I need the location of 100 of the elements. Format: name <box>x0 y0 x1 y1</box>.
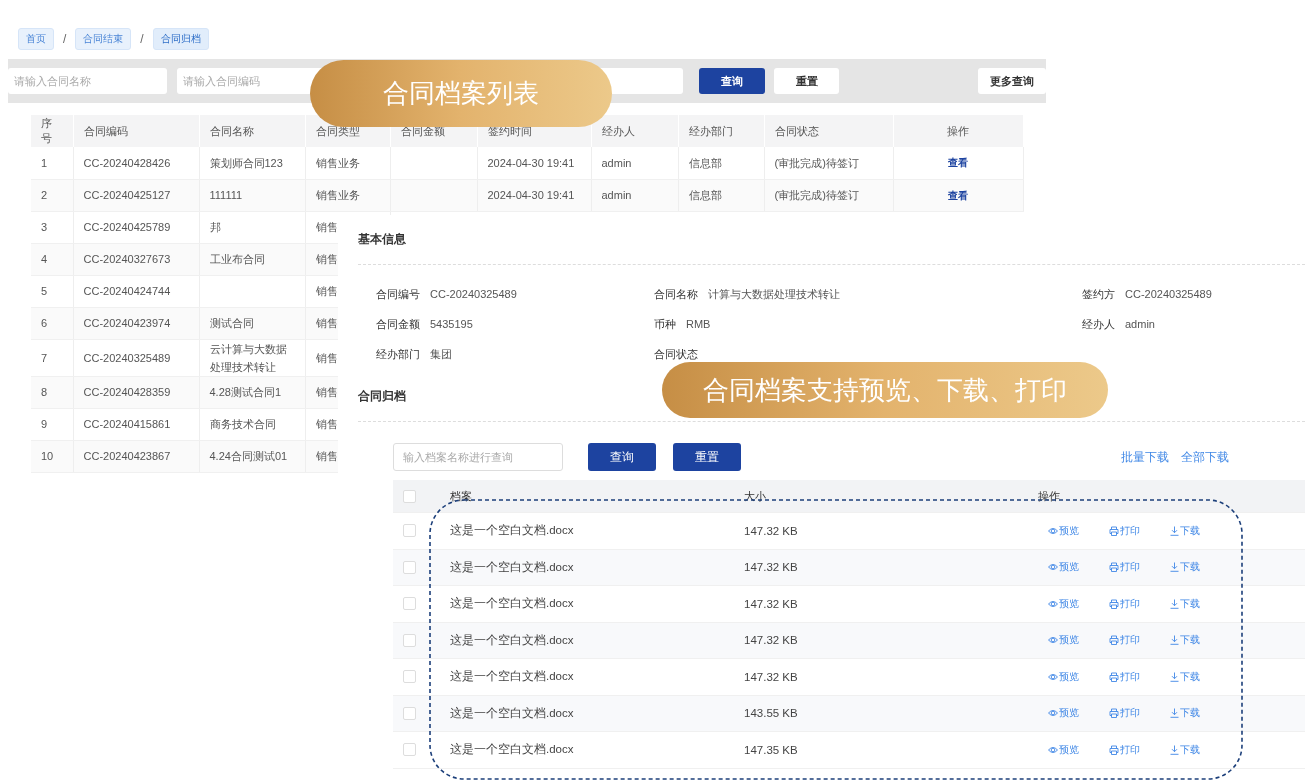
printer-icon <box>1109 525 1119 536</box>
table-cell: 6 <box>31 307 73 339</box>
download-icon <box>1170 598 1179 609</box>
download-link[interactable]: 下载 <box>1170 742 1231 757</box>
row-checkbox[interactable] <box>403 597 416 611</box>
eye-icon <box>1048 599 1058 608</box>
file-size: 143.55 KB <box>744 707 799 720</box>
table-cell: 测试合同 <box>199 307 305 339</box>
row-checkbox[interactable] <box>403 560 416 574</box>
table-cell: 4 <box>31 243 73 275</box>
field-value: 5435195 <box>430 318 473 330</box>
select-all-checkbox[interactable] <box>403 489 416 503</box>
field-value: 计算与大数据处理技术转让 <box>708 286 840 302</box>
eye-icon <box>1048 745 1058 754</box>
eye-icon <box>1048 526 1058 535</box>
reset-button[interactable]: 重置 <box>774 68 839 94</box>
search-button[interactable]: 查询 <box>699 68 765 94</box>
preview-link[interactable]: 预览 <box>1048 742 1109 757</box>
field-label: 经办人 <box>1082 316 1115 332</box>
download-link[interactable]: 下载 <box>1170 706 1231 721</box>
view-link[interactable]: 查看 <box>948 157 968 169</box>
file-size: 147.35 KB <box>744 743 799 756</box>
more-filters-button[interactable]: 更多查询 <box>978 68 1046 94</box>
print-link[interactable]: 打印 <box>1109 596 1170 611</box>
preview-link[interactable]: 预览 <box>1048 706 1109 721</box>
file-size: 147.32 KB <box>744 524 799 537</box>
download-link[interactable]: 全部下载 <box>1181 448 1229 466</box>
search-button[interactable]: 查询 <box>588 443 656 471</box>
print-link[interactable]: 打印 <box>1109 560 1170 575</box>
print-link[interactable]: 打印 <box>1109 742 1170 757</box>
table-cell: 2024-04-30 19:41 <box>477 179 591 211</box>
printer-icon <box>1109 598 1119 609</box>
search-field[interactable]: 请输入合同名称 <box>8 68 167 94</box>
table-cell: 4.28测试合同1 <box>199 376 305 408</box>
printer-icon <box>1109 744 1119 755</box>
download-link[interactable]: 下载 <box>1170 633 1231 648</box>
download-icon <box>1170 671 1179 682</box>
file-name: 这是一个空白文档.docx <box>450 632 575 648</box>
row-checkbox[interactable] <box>403 706 416 720</box>
column-header: 大小 <box>744 488 767 504</box>
print-link[interactable]: 打印 <box>1109 523 1170 538</box>
row-checkbox[interactable] <box>403 524 416 538</box>
table-cell: admin <box>591 147 678 179</box>
preview-link[interactable]: 预览 <box>1048 560 1109 575</box>
breadcrumb-item[interactable]: 合同归档 <box>152 28 209 50</box>
download-link[interactable]: 批量下载 <box>1121 448 1169 466</box>
search-field[interactable]: 输入档案名称进行查询 <box>393 443 563 471</box>
download-link[interactable]: 下载 <box>1170 596 1231 611</box>
row-checkbox[interactable] <box>403 633 416 647</box>
table-cell: 7 <box>31 339 73 376</box>
breadcrumb-separator: / <box>140 32 144 46</box>
column-header: 操作 <box>893 115 1023 147</box>
table-cell: 信息部 <box>678 179 764 211</box>
breadcrumb-item[interactable]: 合同结束 <box>75 28 132 50</box>
download-link[interactable]: 下载 <box>1170 560 1231 575</box>
table-cell: 111111 <box>199 179 305 211</box>
column-header: 档案 <box>450 488 473 504</box>
eye-icon <box>1048 709 1058 718</box>
field-label: 合同状态 <box>654 346 698 362</box>
printer-icon <box>1109 562 1119 573</box>
preview-link[interactable]: 预览 <box>1048 596 1109 611</box>
breadcrumb-item[interactable]: 首页 <box>18 28 54 50</box>
table-cell: 9 <box>31 408 73 440</box>
field-label: 币种 <box>654 316 676 332</box>
reset-button[interactable]: 重置 <box>673 443 741 471</box>
field-value: RMB <box>686 318 711 330</box>
table-cell: CC-20240415861 <box>73 408 199 440</box>
view-link[interactable]: 查看 <box>948 189 968 201</box>
file-name: 这是一个空白文档.docx <box>450 705 575 721</box>
column-header: 合同编码 <box>73 115 199 147</box>
row-checkbox[interactable] <box>403 743 416 757</box>
print-link[interactable]: 打印 <box>1109 633 1170 648</box>
row-checkbox[interactable] <box>403 670 416 684</box>
download-link[interactable]: 下载 <box>1170 669 1231 684</box>
print-link[interactable]: 打印 <box>1109 706 1170 721</box>
file-size: 147.32 KB <box>744 670 799 683</box>
preview-link[interactable]: 预览 <box>1048 523 1109 538</box>
callout-tooltip: 合同档案列表 <box>310 60 612 127</box>
breadcrumb-separator: / <box>63 32 67 46</box>
field-value: 集团 <box>430 346 452 362</box>
column-header: 合同名称 <box>199 115 305 147</box>
download-link[interactable]: 下载 <box>1170 523 1231 538</box>
preview-link[interactable]: 预览 <box>1048 633 1109 648</box>
table-cell: 策划师合同123 <box>199 147 305 179</box>
table-cell: (审批完成)待签订 <box>764 179 893 211</box>
preview-link[interactable]: 预览 <box>1048 669 1109 684</box>
field-value: CC-20240325489 <box>1125 288 1212 300</box>
download-icon <box>1170 744 1179 755</box>
table-cell: 1 <box>31 147 73 179</box>
download-icon <box>1170 635 1179 646</box>
print-link[interactable]: 打印 <box>1109 669 1170 684</box>
table-cell: 3 <box>31 211 73 243</box>
table-cell: CC-20240428426 <box>73 147 199 179</box>
column-header: 经办部门 <box>678 115 764 147</box>
column-header: 合同状态 <box>764 115 893 147</box>
table-cell: 商务技术合同 <box>199 408 305 440</box>
eye-icon <box>1048 563 1058 572</box>
table-cell: CC-20240423867 <box>73 440 199 472</box>
table-cell: CC-20240423974 <box>73 307 199 339</box>
column-header: 经办人 <box>591 115 678 147</box>
